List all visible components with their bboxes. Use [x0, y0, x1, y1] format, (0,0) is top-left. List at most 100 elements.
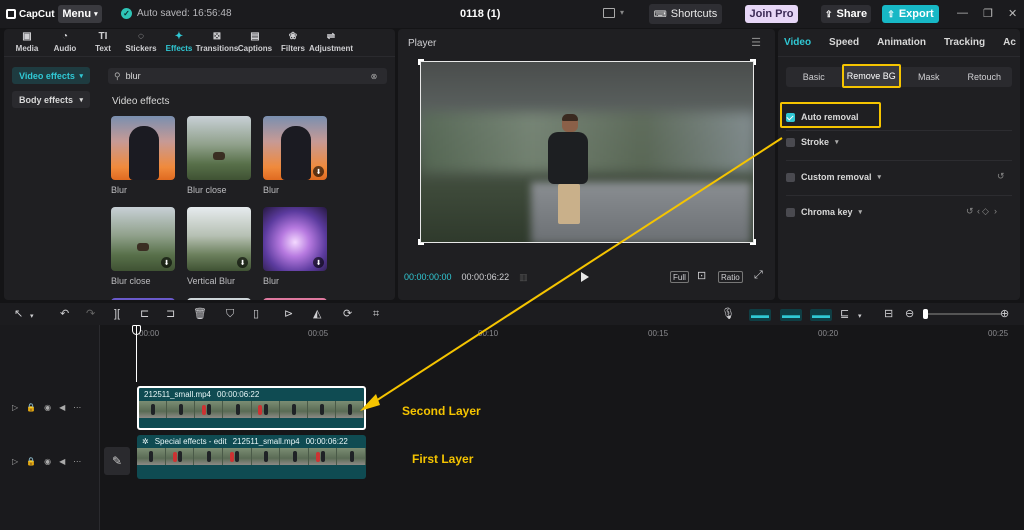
chroma-key-checkbox[interactable] [786, 207, 795, 217]
tab-speed[interactable]: Speed [829, 37, 859, 48]
delete-icon[interactable]: 🗑 [193, 308, 207, 320]
subtab-retouch[interactable]: Retouch [957, 67, 1013, 87]
stroke-option[interactable]: Stroke ▾ [786, 137, 839, 147]
reverse-icon[interactable]: ⊳ [284, 308, 293, 320]
effect-thumbnail[interactable]: ⬇ [263, 116, 327, 180]
effect-item[interactable] [187, 298, 251, 300]
tab-transitions[interactable]: ⊠ Transitions [196, 29, 239, 56]
play-icon[interactable] [581, 272, 589, 282]
download-icon[interactable]: ⬇ [313, 257, 324, 268]
rotate-icon[interactable]: ⟳ [343, 308, 352, 320]
subtab-remove-bg[interactable]: Remove BG [841, 64, 901, 88]
minimize-icon[interactable]: — [957, 7, 968, 19]
export-button[interactable]: ⇧ Export [882, 5, 939, 23]
effect-thumbnail[interactable] [187, 298, 251, 300]
tab-stickers[interactable]: ◌ Stickers [122, 29, 160, 56]
video-clip-second-layer[interactable]: 212511_small.mp4 00:00:06:22 [137, 386, 366, 430]
layout-icon[interactable] [603, 8, 615, 18]
redo-icon[interactable]: ↷ [86, 308, 95, 320]
download-icon[interactable]: ⬇ [313, 166, 324, 177]
maximize-icon[interactable]: ❐ [983, 7, 993, 20]
effect-item[interactable]: ⬇ Blur close [111, 207, 175, 286]
marker-icon[interactable]: ⛉ [226, 308, 234, 320]
effect-thumbnail[interactable]: ⬇ [187, 207, 251, 271]
effect-item[interactable] [111, 298, 175, 300]
audio-icon[interactable]: ◀ [59, 457, 65, 466]
tab-effects[interactable]: ✦ Effects [160, 29, 198, 56]
tab-captions[interactable]: ▤ Captions [236, 29, 274, 56]
split-right-icon[interactable]: ⊐ [166, 308, 175, 320]
more-icon[interactable]: ⋯ [73, 403, 81, 412]
video-preview[interactable] [420, 61, 754, 243]
focus-icon[interactable]: ⊡ [697, 269, 706, 282]
hamburger-menu-icon[interactable]: ☰ [751, 36, 761, 49]
crop-handle[interactable] [750, 239, 756, 245]
main-track-magnet-icon[interactable]: ▬▬ [749, 309, 771, 321]
custom-removal-checkbox[interactable] [786, 172, 795, 182]
effect-thumbnail[interactable] [111, 116, 175, 180]
visibility-icon[interactable]: ◉ [44, 457, 51, 466]
auto-removal-option[interactable]: Auto removal [786, 112, 859, 122]
tab-adjustment[interactable]: ⇌ Adjustment [309, 29, 353, 56]
mirror-icon[interactable]: ◭ [313, 308, 321, 320]
next-keyframe-icon[interactable]: › [994, 206, 997, 216]
effect-item[interactable]: ⬇ Blur [263, 207, 327, 286]
chroma-key-option[interactable]: Chroma key ▾ [786, 207, 862, 217]
select-tool-icon[interactable]: ↖ [14, 308, 23, 320]
menu-button[interactable]: Menu ▾ [58, 5, 102, 23]
keyframe-icon[interactable]: ◇ [982, 206, 989, 217]
clear-search-icon[interactable]: ⊗ [371, 72, 378, 81]
lock-icon[interactable]: 🔒 [26, 457, 36, 466]
fit-timeline-icon[interactable]: ⊟ [884, 308, 893, 320]
effect-item[interactable] [263, 298, 327, 300]
effect-item[interactable]: Blur close [187, 116, 251, 195]
tab-audio[interactable]: ◔ Audio [46, 29, 84, 56]
reset-icon[interactable]: ↺ [997, 171, 1005, 182]
join-pro-button[interactable]: Join Pro [745, 5, 798, 23]
shortcuts-button[interactable]: ⌨ Shortcuts [649, 4, 722, 24]
tab-text[interactable]: TI Text [84, 29, 122, 56]
crop-icon[interactable]: ⌗ [373, 308, 379, 320]
prev-keyframe-icon[interactable]: ‹ [977, 206, 980, 216]
chevron-down-icon[interactable]: ▾ [878, 173, 882, 181]
tab-video[interactable]: Video [784, 37, 811, 48]
linkage-icon[interactable]: ▬▬ [810, 309, 832, 321]
zoom-slider-track[interactable] [925, 313, 1001, 315]
ratio-button[interactable]: Ratio [718, 271, 743, 283]
auto-removal-checkbox[interactable] [786, 112, 795, 122]
crop-handle[interactable] [418, 59, 424, 65]
effect-thumbnail[interactable] [263, 298, 327, 300]
crop-handle[interactable] [418, 239, 424, 245]
chevron-down-icon[interactable]: ▾ [30, 311, 34, 323]
subtab-mask[interactable]: Mask [901, 67, 957, 87]
video-clip-first-layer[interactable]: ✲ Special effects - edit 212511_small.mp… [137, 435, 366, 479]
download-icon[interactable]: ⬇ [161, 257, 172, 268]
effects-search-box[interactable]: ⚲ ⊗ [108, 68, 387, 84]
fullscreen-icon[interactable]: ⤢ [754, 269, 763, 282]
effect-thumbnail[interactable]: ⬇ [111, 207, 175, 271]
effect-thumbnail[interactable] [111, 298, 175, 300]
playhead-line[interactable] [136, 326, 137, 382]
time-ruler[interactable]: 00:00 00:05 00:10 00:15 00:20 00:25 [134, 325, 1024, 341]
tab-tracking[interactable]: Tracking [944, 37, 985, 48]
full-button[interactable]: Full [670, 271, 689, 283]
zoom-out-icon[interactable]: ⊖ [905, 308, 914, 320]
share-button[interactable]: ⇪ Share [821, 5, 871, 23]
visibility-icon[interactable]: ◉ [44, 403, 51, 412]
chevron-down-icon[interactable]: ▾ [620, 8, 624, 17]
effect-item[interactable]: Blur [111, 116, 175, 195]
stroke-checkbox[interactable] [786, 137, 795, 147]
tab-media[interactable]: ▣ Media [8, 29, 46, 56]
tab-filters[interactable]: ❀ Filters [274, 29, 312, 56]
download-icon[interactable]: ⬇ [237, 257, 248, 268]
zoom-slider-handle[interactable] [923, 309, 928, 319]
split-icon[interactable]: ][ [114, 308, 120, 320]
zoom-in-icon[interactable]: ⊕ [1000, 308, 1009, 320]
auto-snap-icon[interactable]: ▬▬ [780, 309, 802, 321]
close-icon[interactable]: ✕ [1008, 7, 1017, 20]
effect-thumbnail[interactable]: ⬇ [263, 207, 327, 271]
lock-icon[interactable]: 🔒 [26, 403, 36, 412]
effect-item[interactable]: ⬇ Blur [263, 116, 327, 195]
chevron-down-icon[interactable]: ▾ [835, 138, 839, 146]
edit-cover-icon[interactable]: ✎ [104, 447, 130, 475]
